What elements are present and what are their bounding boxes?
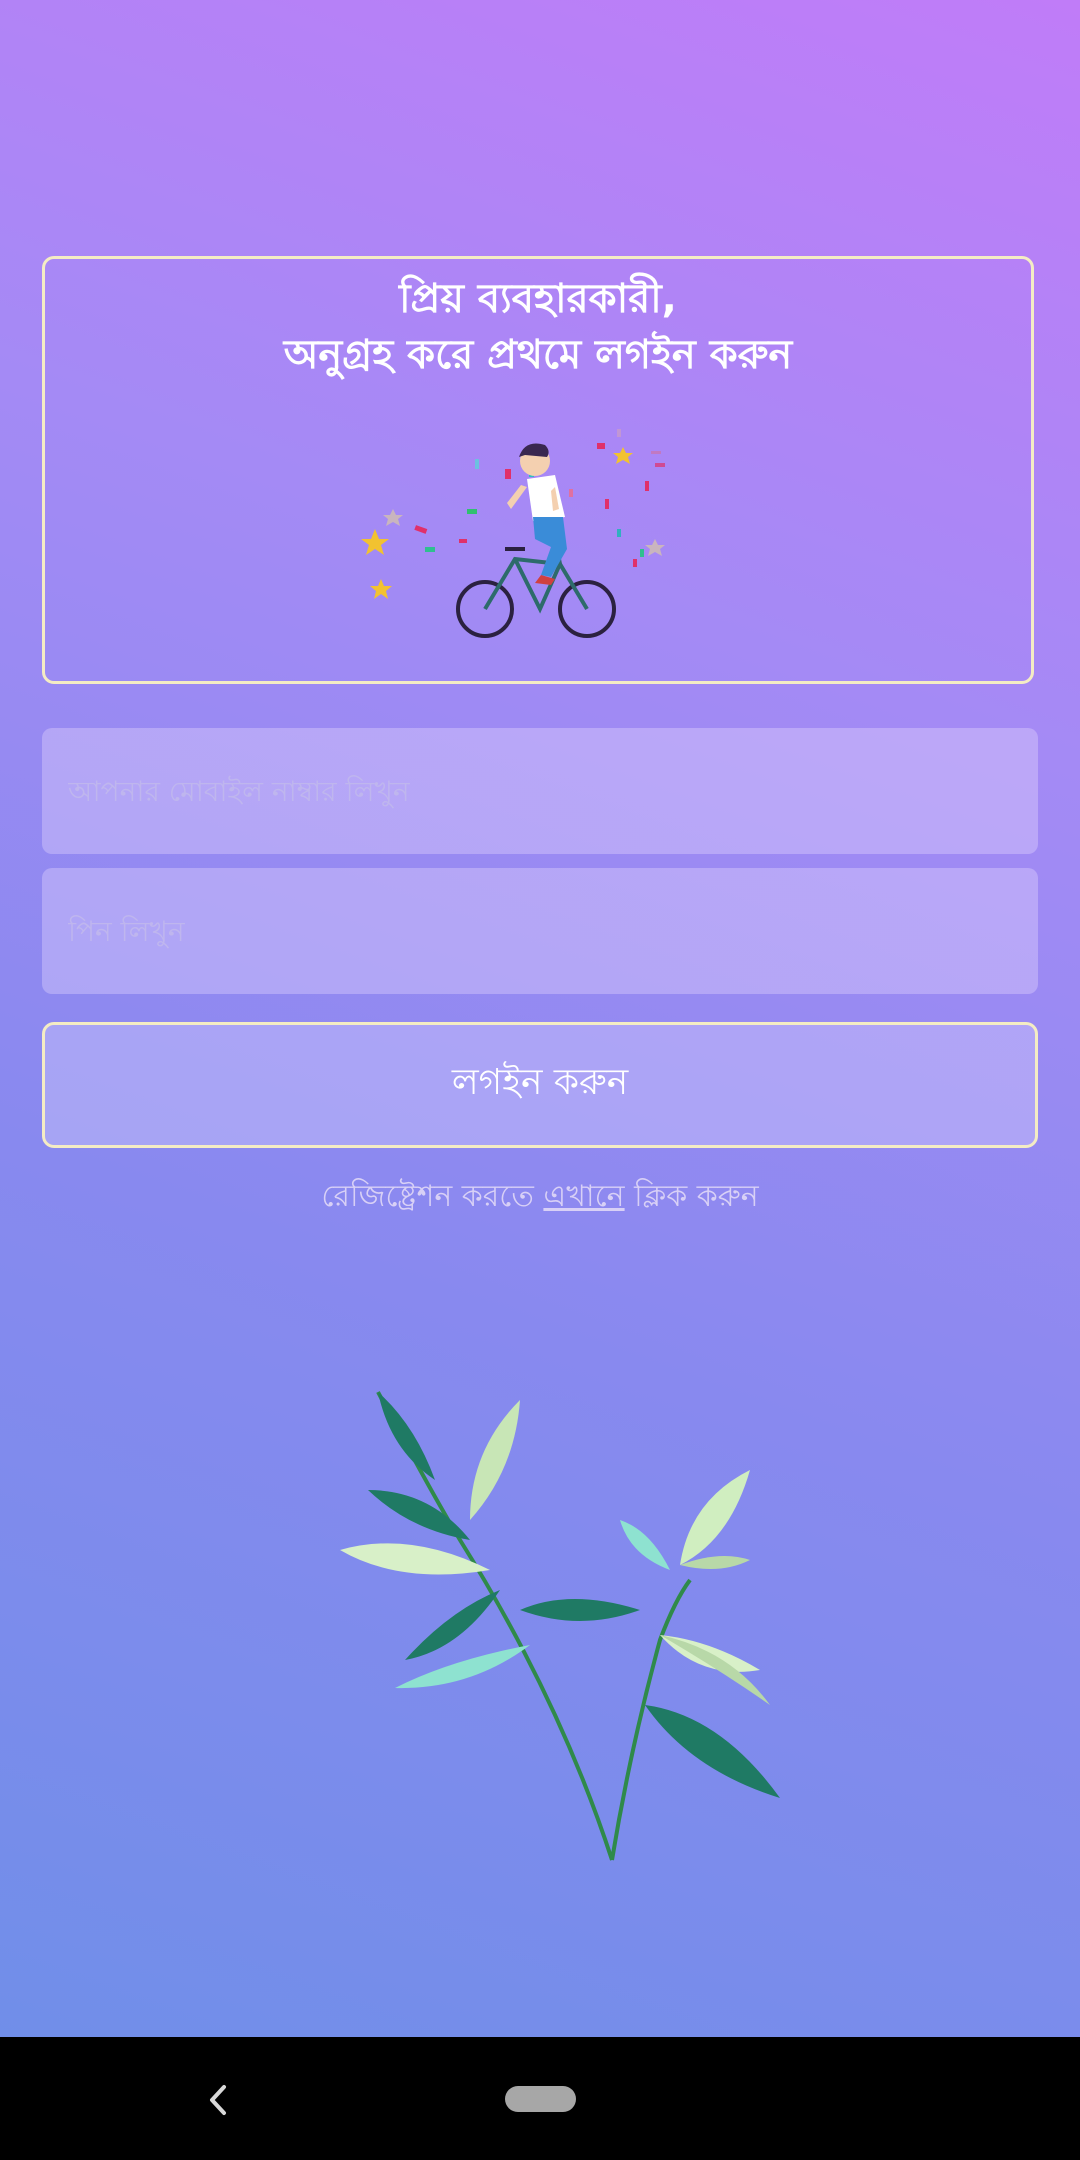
cyclist-illustration (361, 429, 665, 638)
chevron-left-icon[interactable] (196, 2077, 242, 2123)
welcome-card: প্রিয় ব্যবহারকারী, অনুগ্রহ করে প্রথমে ল… (42, 256, 1034, 684)
register-prefix: রেজিষ্ট্রেশন করতে (321, 1179, 544, 1214)
login-button[interactable]: লগইন করুন (42, 1022, 1038, 1148)
register-link[interactable]: এখানে (543, 1179, 624, 1214)
welcome-greeting: প্রিয় ব্যবহারকারী, (399, 276, 677, 322)
system-navigation-bar (0, 2037, 1080, 2160)
pin-input[interactable] (66, 913, 1038, 949)
confetti (361, 429, 665, 599)
register-suffix: ক্লিক করুন (624, 1179, 759, 1214)
bicycle (456, 535, 616, 638)
welcome-instruction: অনুগ্রহ করে প্রথমে লগইন করুন (283, 332, 793, 378)
login-screen: প্রিয় ব্যবহারকারী, অনুগ্রহ করে প্রথমে ল… (0, 0, 1080, 2160)
plant-illustration (340, 1391, 780, 1861)
mobile-number-input[interactable] (66, 773, 1038, 809)
home-pill-icon[interactable] (505, 2086, 576, 2112)
register-prompt: রেজিষ্ট্রেশন করতে এখানে ক্লিক করুন (0, 1172, 1080, 1223)
mobile-number-field[interactable] (42, 728, 1038, 854)
pin-field[interactable] (42, 868, 1038, 994)
